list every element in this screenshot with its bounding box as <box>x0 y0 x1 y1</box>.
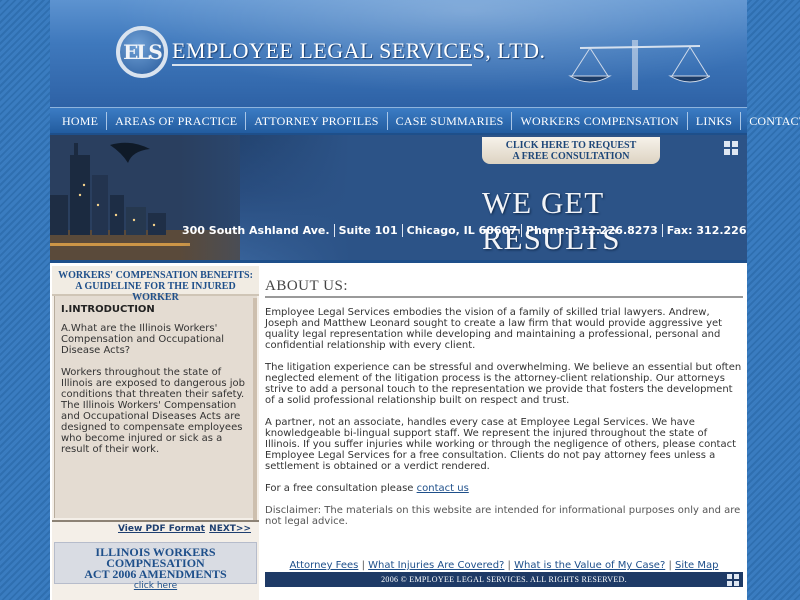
squares-icon <box>724 141 738 155</box>
amendments-link[interactable]: click here <box>55 581 256 592</box>
company-name: EMPLOYEE LEGAL SERVICES, LTD. <box>172 38 546 63</box>
amendments-title-1: ILLINOIS WORKERS COMPNESATION <box>95 545 216 570</box>
contact-us-link[interactable]: contact us <box>417 483 469 494</box>
contact-info: 300 South Ashland Ave. Suite 101 Chicago… <box>178 224 747 237</box>
disclaimer: Disclaimer: The materials on this websit… <box>265 505 741 527</box>
about-text: Employee Legal Services embodies the vis… <box>265 307 743 527</box>
nav-case-summaries[interactable]: CASE SUMMARIES <box>388 111 513 130</box>
amendments-box[interactable]: ILLINOIS WORKERS COMPNESATION ACT 2006 A… <box>54 542 257 591</box>
view-pdf-link[interactable]: View PDF Format <box>118 524 205 534</box>
copyright-bar: 2006 © EMPLOYEE LEGAL SERVICES. ALL RIGH… <box>265 572 743 587</box>
nav-workers-compensation[interactable]: WORKERS COMPENSATION <box>512 111 688 130</box>
logo-text: ELS <box>123 40 163 64</box>
free-consultation-button[interactable]: CLICK HERE TO REQUEST A FREE CONSULTATIO… <box>482 137 660 164</box>
footer-link-attorney-fees[interactable]: Attorney Fees <box>290 560 359 571</box>
amendments-title-2: ACT 2006 AMENDMENTS <box>84 567 227 581</box>
section-heading: I.INTRODUCTION <box>61 304 155 315</box>
fax: Fax: 312.226.8274 <box>666 224 747 237</box>
site-header: ELS EMPLOYEE LEGAL SERVICES, LTD. <box>50 0 747 107</box>
about-paragraph: A partner, not an associate, handles eve… <box>265 417 737 472</box>
consult-line-2: A FREE CONSULTATION <box>512 151 630 162</box>
page: ELS EMPLOYEE LEGAL SERVICES, LTD. HOME A… <box>50 0 800 600</box>
sidebar-paragraph: A.What are the Illinois Workers' Compens… <box>61 323 225 356</box>
copyright-text: 2006 © EMPLOYEE LEGAL SERVICES. ALL RIGH… <box>381 575 627 584</box>
sidebar-paragraph: Workers throughout the state of Illinois… <box>61 367 246 455</box>
sidebar-scrollbar[interactable] <box>253 298 257 520</box>
nav-areas-of-practice[interactable]: AREAS OF PRACTICE <box>107 111 247 130</box>
city: Chicago, IL 60607 <box>403 224 522 237</box>
nav-attorney-profiles[interactable]: ATTORNEY PROFILES <box>246 111 388 130</box>
slogan: WE GET RESULTS <box>482 185 621 256</box>
suite: Suite 101 <box>335 224 403 237</box>
hero-banner: CLICK HERE TO REQUEST A FREE CONSULTATIO… <box>50 135 747 263</box>
scales-of-justice-icon <box>568 40 710 90</box>
footer-link-injuries-covered[interactable]: What Injuries Are Covered? <box>368 560 504 571</box>
footer-link-case-value[interactable]: What is the Value of My Case? <box>514 560 665 571</box>
nav-links[interactable]: LINKS <box>688 111 742 130</box>
brand-underline <box>172 64 472 66</box>
next-link[interactable]: NEXT>> <box>209 524 251 534</box>
page-title: ABOUT US: <box>265 266 743 298</box>
sidebar-links: View PDF Format NEXT>> <box>52 520 259 534</box>
nav-home[interactable]: HOME <box>54 111 108 130</box>
consult-line-1: CLICK HERE TO REQUEST <box>505 140 637 151</box>
company-logo[interactable]: ELS <box>116 26 168 78</box>
sidebar-title: WORKERS' COMPENSATION BENEFITS: A GUIDEL… <box>52 266 259 303</box>
consultation-paragraph: For a free consultation please contact u… <box>265 483 469 494</box>
about-paragraph: The litigation experience can be stressf… <box>265 362 742 406</box>
sidebar: WORKERS' COMPENSATION BENEFITS: A GUIDEL… <box>52 266 259 600</box>
address: 300 South Ashland Ave. <box>178 224 335 237</box>
footer-link-site-map[interactable]: Site Map <box>675 560 718 571</box>
about-paragraph: Employee Legal Services embodies the vis… <box>265 307 723 351</box>
phone: Phone: 312.226.8273 <box>522 224 663 237</box>
main-nav: HOME AREAS OF PRACTICE ATTORNEY PROFILES… <box>50 107 800 135</box>
squares-icon <box>727 574 739 586</box>
nav-contact-us[interactable]: CONTACT US <box>741 112 800 130</box>
sidebar-content[interactable]: I.INTRODUCTION A.What are the Illinois W… <box>54 296 257 518</box>
main-content: ABOUT US: Employee Legal Services embodi… <box>265 266 743 600</box>
footer-links: Attorney Fees | What Injuries Are Covere… <box>289 560 719 571</box>
